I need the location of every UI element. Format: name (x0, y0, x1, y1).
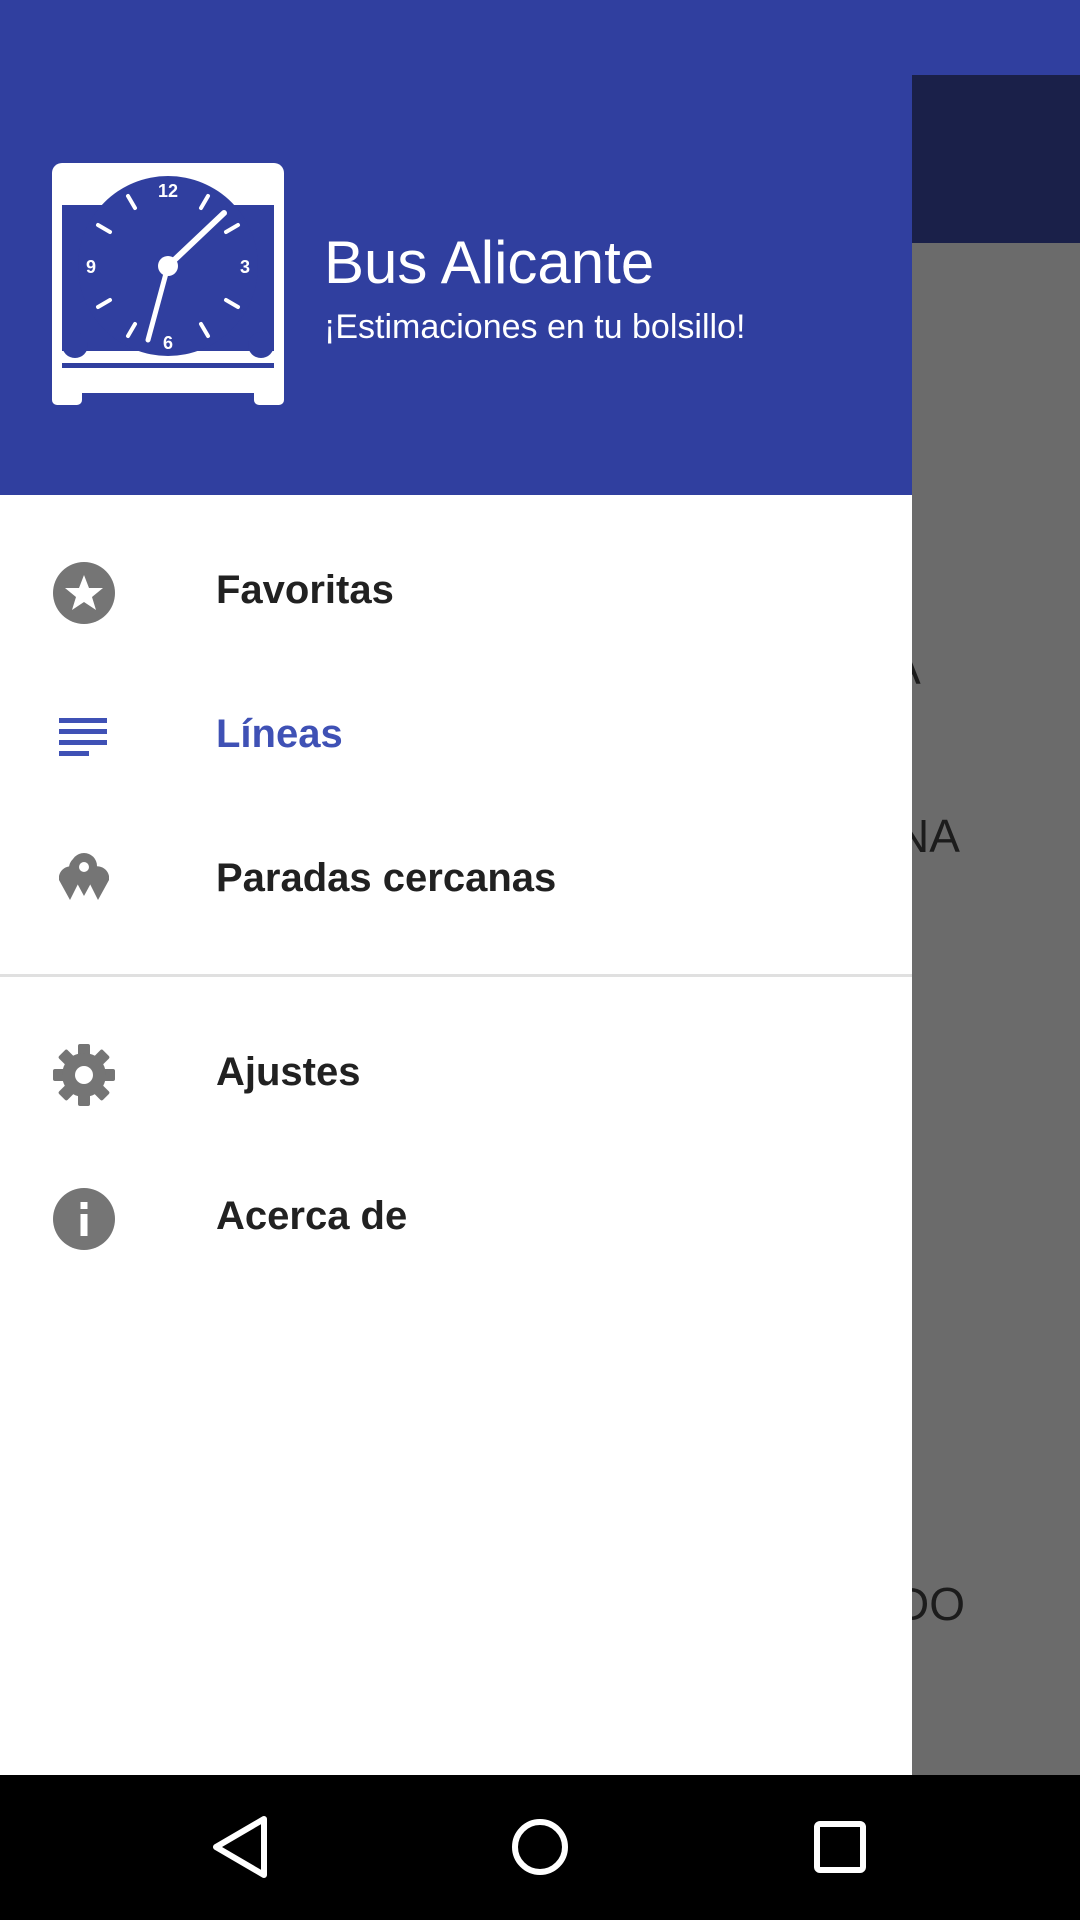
svg-text:6: 6 (163, 333, 173, 353)
navigation-drawer: 12 3 6 9 Bus Alicante ¡Estimaciones en t… (0, 0, 912, 1775)
app-subtitle: ¡Estimaciones en tu bolsillo! (324, 308, 746, 346)
system-navigation-bar (0, 1775, 1080, 1920)
drawer-item-label: Acerca de (216, 1194, 408, 1238)
back-icon[interactable] (200, 1807, 280, 1887)
drawer-header: 12 3 6 9 Bus Alicante ¡Estimaciones en t… (0, 0, 912, 495)
drawer-divider (0, 974, 912, 977)
drawer-item-lineas[interactable]: Líneas (0, 664, 912, 808)
app-title: Bus Alicante (324, 229, 655, 296)
drawer-item-acerca-de[interactable]: Acerca de (0, 1146, 912, 1290)
location-pins-icon (59, 853, 109, 900)
gear-icon (53, 1044, 115, 1106)
star-icon (53, 562, 115, 624)
drawer-item-ajustes[interactable]: Ajustes (0, 1002, 912, 1146)
svg-text:3: 3 (240, 257, 250, 277)
list-icon (59, 718, 107, 756)
bus-clock-logo-icon: 12 3 6 9 (52, 163, 284, 405)
drawer-item-label: Ajustes (216, 1050, 361, 1094)
recents-icon[interactable] (800, 1807, 880, 1887)
drawer-item-favoritas[interactable]: Favoritas (0, 520, 912, 664)
drawer-item-label: Líneas (216, 712, 343, 756)
drawer-item-paradas-cercanas[interactable]: Paradas cercanas (0, 808, 912, 952)
drawer-item-label: Paradas cercanas (216, 856, 557, 900)
info-icon (53, 1188, 115, 1250)
drawer-item-label: Favoritas (216, 568, 394, 612)
svg-text:9: 9 (86, 257, 96, 277)
svg-text:12: 12 (158, 181, 178, 201)
home-icon[interactable] (500, 1807, 580, 1887)
